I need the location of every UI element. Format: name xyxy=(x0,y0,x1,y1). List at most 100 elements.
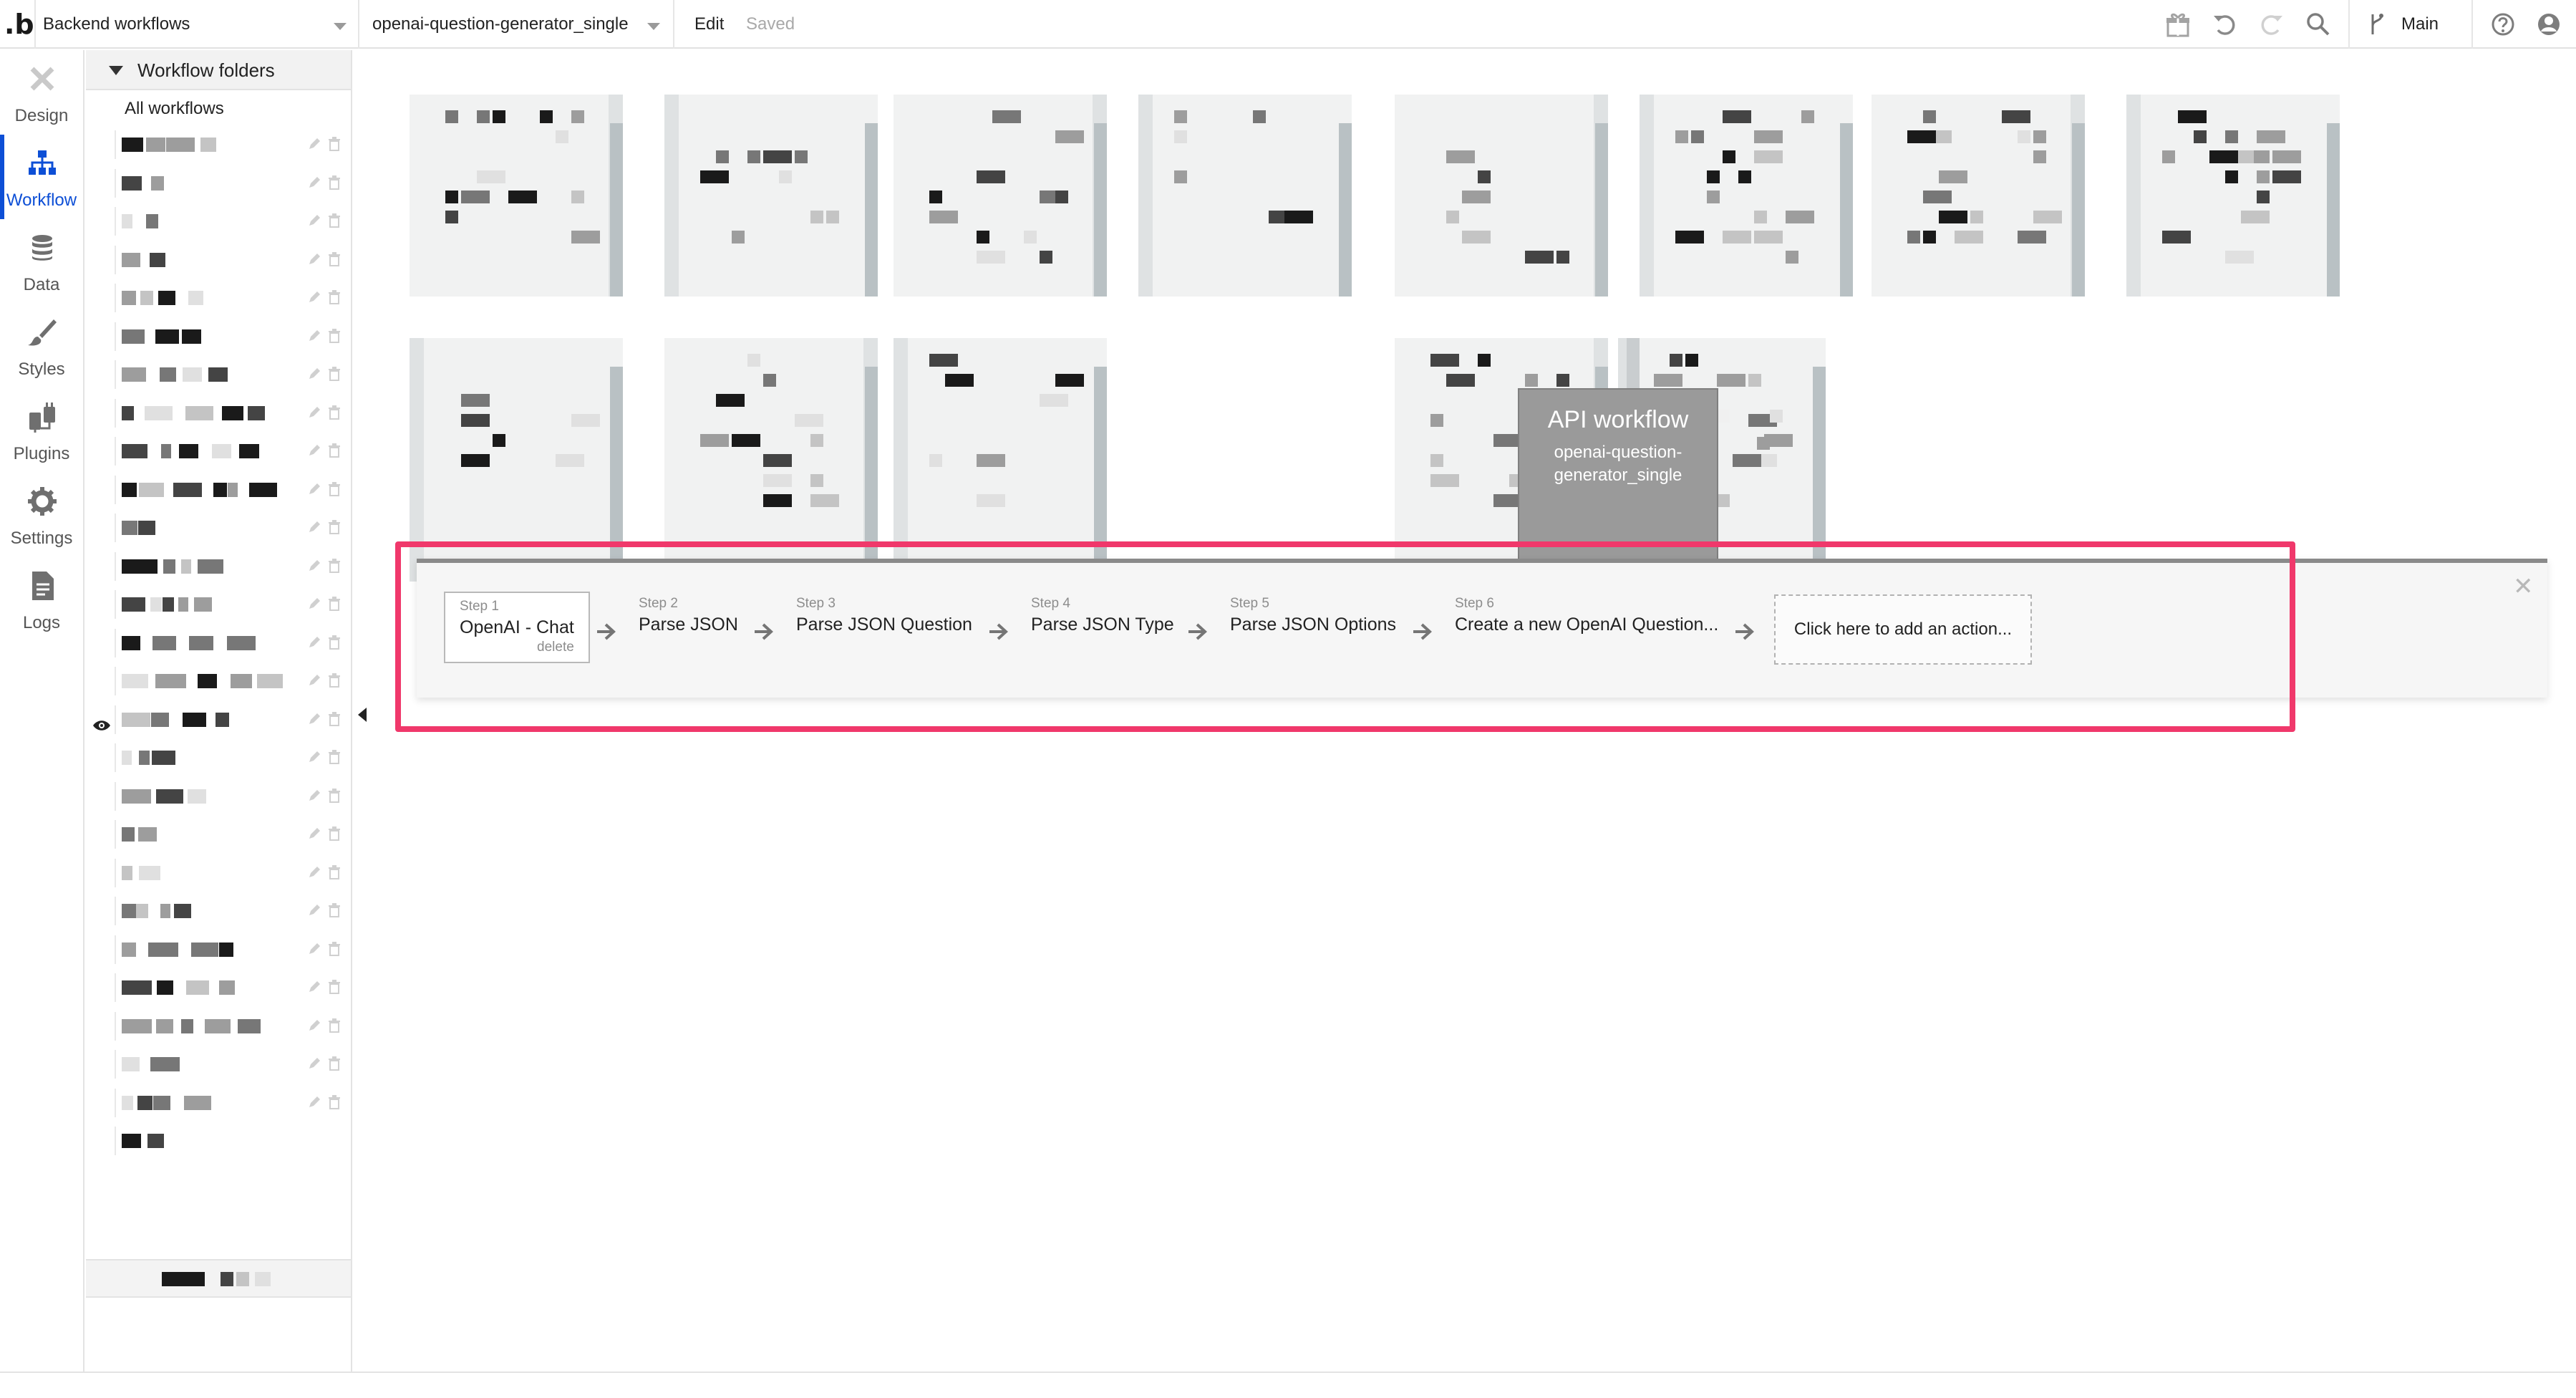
trash-icon[interactable] xyxy=(326,1056,342,1071)
pencil-icon[interactable] xyxy=(306,366,322,382)
rail-item-settings[interactable]: Settings xyxy=(0,473,83,557)
trash-icon[interactable] xyxy=(326,213,342,228)
step-6[interactable]: Step 6 Create a new OpenAI Question... xyxy=(1455,594,1718,666)
api-workflow-card[interactable]: API workflow openai-question-generator_s… xyxy=(1518,388,1718,586)
workflow-list-item[interactable] xyxy=(115,1011,351,1041)
pencil-icon[interactable] xyxy=(306,1018,322,1033)
trash-icon[interactable] xyxy=(326,979,342,995)
trash-icon[interactable] xyxy=(326,635,342,650)
workflow-list-item[interactable] xyxy=(115,628,351,657)
app-logo[interactable]: .b xyxy=(4,7,34,42)
step-3[interactable]: Step 3 Parse JSON Question xyxy=(796,594,972,666)
workflow-list-item[interactable] xyxy=(115,1050,351,1079)
trash-icon[interactable] xyxy=(326,788,342,804)
rail-item-data[interactable]: Data xyxy=(0,219,83,304)
step-5[interactable]: Step 5 Parse JSON Options xyxy=(1230,594,1396,666)
event-card[interactable] xyxy=(1640,95,1853,297)
workflow-list-item[interactable] xyxy=(115,820,351,849)
step-4[interactable]: Step 4 Parse JSON Type xyxy=(1031,594,1174,666)
pencil-icon[interactable] xyxy=(306,1056,322,1071)
pencil-icon[interactable] xyxy=(306,1094,322,1110)
workflow-list-item[interactable] xyxy=(115,858,351,887)
trash-icon[interactable] xyxy=(326,1094,342,1110)
workflow-list-item[interactable] xyxy=(115,207,351,236)
help-icon[interactable] xyxy=(2489,10,2517,39)
trash-icon[interactable] xyxy=(326,596,342,612)
pencil-icon[interactable] xyxy=(306,635,322,650)
event-card[interactable] xyxy=(1872,95,2085,297)
chevron-down-icon[interactable] xyxy=(334,23,347,30)
workflow-list-item[interactable] xyxy=(115,168,351,198)
step-1[interactable]: Step 1 OpenAI - Chat delete xyxy=(444,592,590,663)
trash-icon[interactable] xyxy=(326,443,342,458)
add-action-button[interactable]: Click here to add an action... xyxy=(1774,594,2032,665)
trash-icon[interactable] xyxy=(326,864,342,880)
trash-icon[interactable] xyxy=(326,175,342,191)
workflow-list-item[interactable] xyxy=(115,437,351,466)
pencil-icon[interactable] xyxy=(306,902,322,918)
trash-icon[interactable] xyxy=(326,136,342,152)
redo-icon[interactable] xyxy=(2257,10,2285,39)
pencil-icon[interactable] xyxy=(306,405,322,420)
event-card[interactable] xyxy=(664,338,878,582)
workflow-list-item[interactable] xyxy=(115,245,351,274)
workflow-list-item[interactable] xyxy=(115,1127,351,1155)
workflow-selector[interactable]: openai-question-generator_single xyxy=(372,0,629,49)
delete-step-link[interactable]: delete xyxy=(460,639,574,656)
pencil-icon[interactable] xyxy=(306,443,322,458)
pencil-icon[interactable] xyxy=(306,673,322,688)
workflow-list-item[interactable] xyxy=(115,1088,351,1117)
pencil-icon[interactable] xyxy=(306,136,322,152)
event-card[interactable] xyxy=(410,95,623,297)
pencil-icon[interactable] xyxy=(306,826,322,842)
workflow-list-item[interactable] xyxy=(115,130,351,159)
rail-item-workflow[interactable]: Workflow xyxy=(0,135,83,219)
gift-icon[interactable] xyxy=(2164,10,2192,39)
trash-icon[interactable] xyxy=(326,1018,342,1033)
pencil-icon[interactable] xyxy=(306,328,322,344)
step-2[interactable]: Step 2 Parse JSON xyxy=(639,594,738,666)
event-card[interactable] xyxy=(894,95,1107,297)
trash-icon[interactable] xyxy=(326,405,342,420)
trash-icon[interactable] xyxy=(326,481,342,497)
workflow-canvas[interactable]: API workflow openai-question-generator_s… xyxy=(372,50,2576,1372)
event-card[interactable] xyxy=(664,95,878,297)
trash-icon[interactable] xyxy=(326,826,342,842)
workflow-list-item[interactable] xyxy=(115,935,351,964)
pencil-icon[interactable] xyxy=(306,213,322,228)
workflow-folders-header[interactable]: Workflow folders xyxy=(86,50,351,90)
trash-icon[interactable] xyxy=(326,558,342,574)
pencil-icon[interactable] xyxy=(306,749,322,765)
eye-icon[interactable] xyxy=(92,718,112,733)
page-selector[interactable]: Backend workflows xyxy=(43,0,190,49)
trash-icon[interactable] xyxy=(326,749,342,765)
trash-icon[interactable] xyxy=(326,673,342,688)
selected-workflow-row[interactable] xyxy=(86,1259,351,1298)
trash-icon[interactable] xyxy=(326,251,342,267)
event-card[interactable] xyxy=(1395,95,1608,297)
pencil-icon[interactable] xyxy=(306,175,322,191)
collapse-triangle-icon[interactable] xyxy=(109,66,123,75)
workflow-list-item[interactable] xyxy=(115,667,351,695)
rail-item-logs[interactable]: Logs xyxy=(0,557,83,642)
pencil-icon[interactable] xyxy=(306,481,322,497)
trash-icon[interactable] xyxy=(326,289,342,305)
workflow-list-item[interactable] xyxy=(115,284,351,312)
trash-icon[interactable] xyxy=(326,328,342,344)
trash-icon[interactable] xyxy=(326,902,342,918)
pencil-icon[interactable] xyxy=(306,788,322,804)
undo-icon[interactable] xyxy=(2211,10,2240,39)
event-card[interactable] xyxy=(1138,95,1352,297)
workflow-list-item[interactable] xyxy=(115,781,351,811)
rail-item-styles[interactable]: Styles xyxy=(0,304,83,388)
all-workflows-link[interactable]: All workflows xyxy=(125,95,224,123)
workflow-list-item[interactable] xyxy=(115,398,351,428)
workflow-list-item[interactable] xyxy=(115,514,351,542)
pencil-icon[interactable] xyxy=(306,941,322,957)
pencil-icon[interactable] xyxy=(306,596,322,612)
event-card[interactable] xyxy=(410,338,623,582)
workflow-list-item[interactable] xyxy=(115,322,351,351)
trash-icon[interactable] xyxy=(326,711,342,727)
workflow-list-item[interactable] xyxy=(115,973,351,1002)
branch-selector[interactable]: Main xyxy=(2401,0,2439,49)
